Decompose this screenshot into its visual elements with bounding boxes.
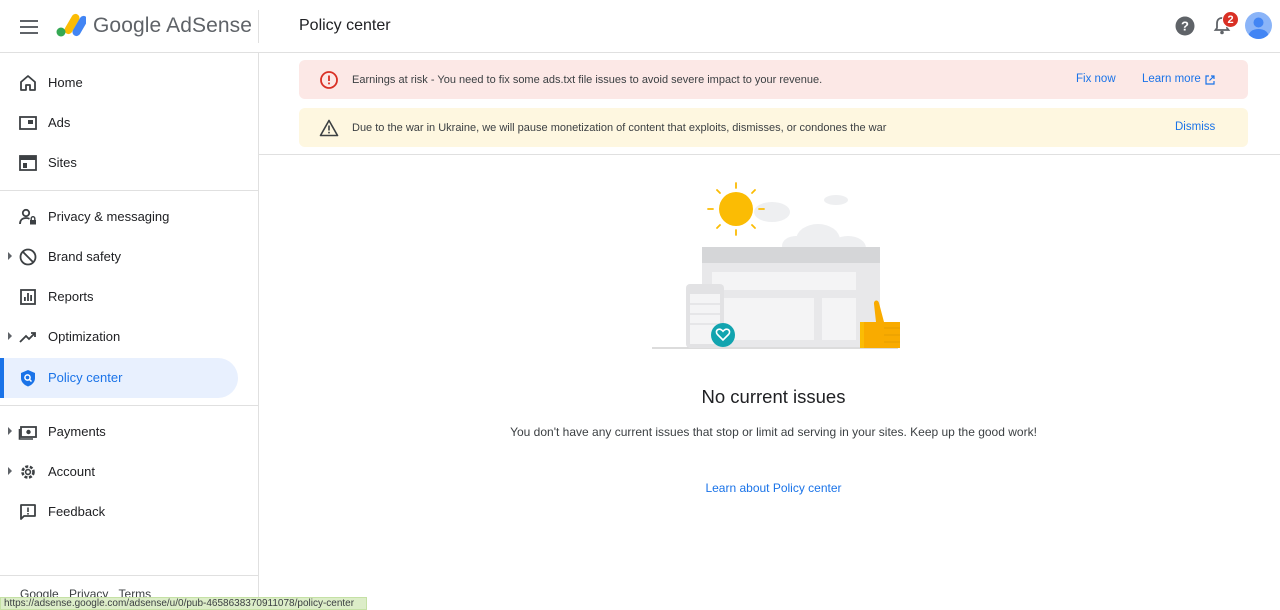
gear-icon xyxy=(21,465,35,479)
expand-caret-icon[interactable] xyxy=(8,427,12,435)
menu-button[interactable] xyxy=(16,14,42,40)
sidebar-item-label: Ads xyxy=(48,115,71,130)
warning-icon xyxy=(319,119,339,137)
sidebar-item-payments[interactable]: Payments xyxy=(0,412,238,452)
alert-text: Due to the war in Ukraine, we will pause… xyxy=(352,122,887,134)
sidebar-item-feedback[interactable]: Feedback xyxy=(0,492,238,532)
browser-status-url: https://adsense.google.com/adsense/u/0/p… xyxy=(0,597,367,610)
fix-now-link[interactable]: Fix now xyxy=(1076,73,1116,85)
brand-name[interactable]: Google AdSense xyxy=(93,14,252,38)
account-avatar-icon xyxy=(1248,17,1269,39)
sidebar-divider xyxy=(0,575,258,576)
ukraine-notice-alert: Due to the war in Ukraine, we will pause… xyxy=(299,108,1248,147)
error-icon xyxy=(320,71,338,89)
sidebar-item-optimization[interactable]: Optimization xyxy=(0,317,238,357)
privacy-icon xyxy=(19,208,36,225)
sidebar-item-label: Privacy & messaging xyxy=(48,209,170,224)
home-icon xyxy=(20,75,36,91)
sidebar-item-label: Reports xyxy=(48,289,94,304)
svg-text:?: ? xyxy=(1181,19,1189,34)
page-title: Policy center xyxy=(299,17,391,34)
sidebar-item-brand-safety[interactable]: Brand safety xyxy=(0,237,238,277)
dismiss-link[interactable]: Dismiss xyxy=(1175,121,1215,133)
sidebar-item-label: Optimization xyxy=(48,329,121,344)
empty-state-title: No current issues xyxy=(701,386,846,407)
sidebar-item-label: Account xyxy=(48,464,95,479)
expand-caret-icon[interactable] xyxy=(8,467,12,475)
adsense-logo-icon[interactable] xyxy=(54,12,86,38)
sidebar-divider xyxy=(0,405,258,406)
sidebar-item-sites[interactable]: Sites xyxy=(0,143,238,183)
sidebar-item-label: Policy center xyxy=(48,370,123,385)
payments-icon xyxy=(18,426,37,440)
empty-state-description: You don't have any current issues that s… xyxy=(510,425,1037,439)
sidebar-divider xyxy=(0,190,258,191)
sidebar-item-home[interactable]: Home xyxy=(0,63,238,103)
sidebar-item-ads[interactable]: Ads xyxy=(0,103,238,143)
alert-text: Earnings at risk - You need to fix some … xyxy=(352,74,823,86)
earnings-at-risk-alert: Earnings at risk - You need to fix some … xyxy=(299,60,1248,99)
learn-policy-center-link[interactable]: Learn about Policy center xyxy=(259,481,1280,495)
alerts-divider xyxy=(259,154,1280,155)
brand-safety-icon xyxy=(19,248,37,266)
help-icon: ? xyxy=(1175,16,1195,36)
open-in-new-icon xyxy=(1205,75,1215,85)
top-app-bar: Google AdSense Policy center ? 2 xyxy=(0,0,1280,53)
sidebar-nav: Home Ads Sites Privacy & messaging Brand… xyxy=(0,53,259,610)
sidebar-item-policy-center[interactable]: Policy center xyxy=(0,358,238,398)
ads-icon xyxy=(19,116,37,130)
optimization-icon xyxy=(19,332,36,343)
sidebar-item-account[interactable]: Account xyxy=(0,452,238,492)
sidebar-item-label: Sites xyxy=(48,155,77,170)
sidebar-item-label: Feedback xyxy=(48,504,106,519)
feedback-icon xyxy=(20,504,36,520)
header-divider xyxy=(258,10,259,43)
sidebar-item-label: Home xyxy=(48,75,83,90)
learn-more-link[interactable]: Learn more xyxy=(1142,73,1201,85)
avatar[interactable] xyxy=(1245,12,1272,39)
help-button[interactable]: ? xyxy=(1174,15,1196,37)
sidebar-item-label: Payments xyxy=(48,424,106,439)
hamburger-menu-icon xyxy=(20,20,38,34)
notification-badge: 2 xyxy=(1222,11,1239,28)
no-issues-illustration xyxy=(652,182,900,349)
sidebar-item-reports[interactable]: Reports xyxy=(0,277,238,317)
reports-icon xyxy=(20,289,36,305)
expand-caret-icon[interactable] xyxy=(8,332,12,340)
sites-icon xyxy=(19,155,37,171)
sidebar-item-label: Brand safety xyxy=(48,249,121,264)
expand-caret-icon[interactable] xyxy=(8,252,12,260)
policy-shield-icon xyxy=(21,370,35,387)
sidebar-item-privacy-messaging[interactable]: Privacy & messaging xyxy=(0,197,238,237)
